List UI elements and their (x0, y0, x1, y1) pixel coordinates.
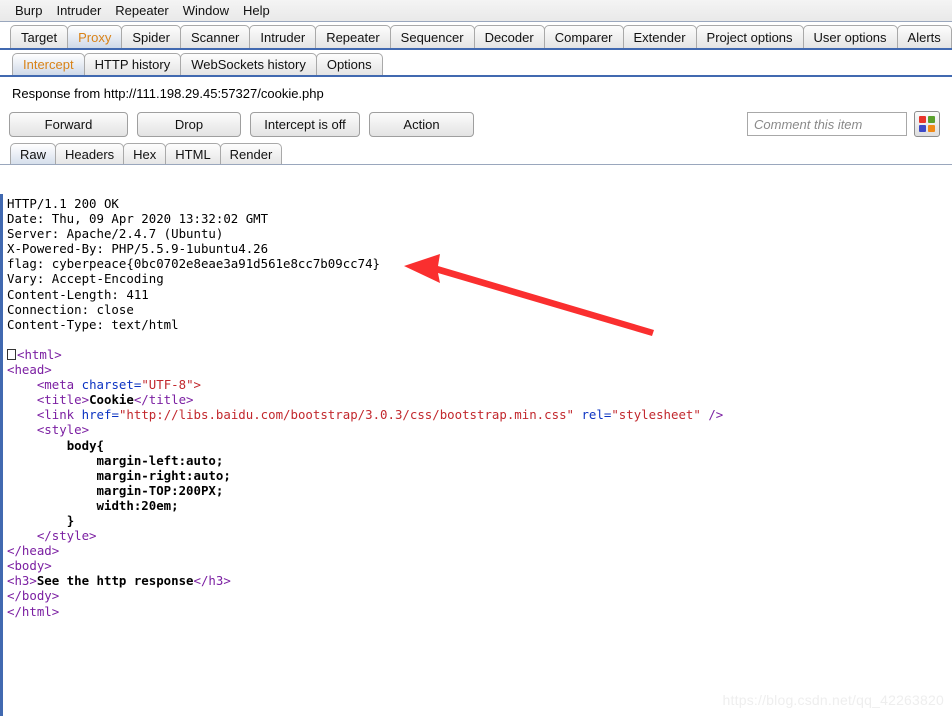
tab-comparer[interactable]: Comparer (543, 25, 624, 48)
intercept-toggle-button[interactable]: Intercept is off (250, 111, 360, 137)
swatch-red (919, 116, 926, 123)
header-line-status: HTTP/1.1 200 OK (7, 196, 119, 211)
body-html-open: <html> (17, 346, 62, 362)
body-meta-value: "UTF-8"> (141, 377, 201, 393)
swatch-green (928, 116, 935, 123)
header-line-date: Date: Thu, 09 Apr 2020 13:32:02 GMT (7, 211, 269, 227)
proxy-sub-tab-bar: Intercept HTTP history WebSockets histor… (0, 50, 952, 77)
body-link-href-attr: href= (81, 407, 119, 423)
tab-scanner[interactable]: Scanner (179, 25, 251, 48)
tab-repeater[interactable]: Repeater (315, 25, 391, 48)
body-link-href-value: "http://libs.baidu.com/bootstrap/3.0.3/c… (118, 407, 574, 423)
body-head-close: </head> (7, 543, 60, 559)
tab-decoder[interactable]: Decoder (473, 25, 545, 48)
body-meta-attr: charset= (81, 377, 142, 393)
viewtab-render[interactable]: Render (219, 143, 283, 164)
body-body-close: </body> (7, 588, 60, 604)
tab-intruder[interactable]: Intruder (249, 25, 317, 48)
css-body-close: } (66, 512, 75, 528)
menu-item-help[interactable]: Help (236, 1, 277, 20)
main-tab-bar: Target Proxy Spider Scanner Intruder Rep… (0, 22, 952, 50)
tab-project-options[interactable]: Project options (695, 25, 804, 48)
drop-button[interactable]: Drop (137, 111, 241, 137)
tab-user-options[interactable]: User options (802, 25, 898, 48)
highlight-color-picker-button[interactable] (914, 111, 940, 137)
viewtab-raw[interactable]: Raw (10, 143, 57, 164)
tab-spider[interactable]: Spider (121, 25, 181, 48)
viewtab-hex[interactable]: Hex (123, 143, 167, 164)
body-h3-open: <h3> (7, 573, 37, 589)
swatch-blue (919, 125, 926, 132)
viewtab-html[interactable]: HTML (165, 143, 221, 164)
body-link-tag: <link (36, 407, 75, 423)
header-line-powered: X-Powered-By: PHP/5.5.9-1ubuntu4.26 (7, 241, 269, 257)
body-link-selfclose: /> (708, 407, 724, 423)
response-message-editor[interactable]: HTTP/1.1 200 OK Date: Thu, 09 Apr 2020 1… (0, 194, 952, 716)
header-line-vary: Vary: Accept-Encoding (7, 271, 164, 287)
response-raw-text[interactable]: HTTP/1.1 200 OK Date: Thu, 09 Apr 2020 1… (3, 194, 952, 619)
header-line-server: Server: Apache/2.4.7 (Ubuntu) (7, 226, 224, 242)
menu-item-burp[interactable]: Burp (8, 1, 49, 20)
header-line-flag: flag: cyberpeace{0bc0702e8eae3a91d561e8c… (7, 256, 380, 272)
tab-extender[interactable]: Extender (622, 25, 697, 48)
body-body-open: <body> (7, 558, 52, 574)
watermark-text: https://blog.csdn.net/qq_42263820 (722, 692, 944, 708)
body-title-close: </title> (133, 392, 194, 408)
menu-item-repeater[interactable]: Repeater (108, 1, 175, 20)
menu-bar: Burp Intruder Repeater Window Help (0, 0, 952, 22)
tab-target[interactable]: Target (10, 25, 69, 48)
tab-alerts[interactable]: Alerts (896, 25, 952, 48)
message-view-tab-bar: Raw Headers Hex HTML Render (0, 141, 952, 165)
body-style-close: </style> (36, 528, 97, 544)
response-source-label: Response from http://111.198.29.45:57327… (12, 86, 324, 101)
bom-placeholder-glyph (7, 348, 16, 360)
swatch-orange (928, 125, 935, 132)
body-h3-close: </h3> (193, 573, 231, 589)
subtab-intercept[interactable]: Intercept (12, 53, 85, 75)
css-body-selector: body{ (66, 437, 104, 453)
subtab-options[interactable]: Options (315, 53, 383, 75)
body-title-text: Cookie (89, 392, 134, 408)
viewtab-headers[interactable]: Headers (55, 143, 125, 164)
css-margin-top: margin-TOP:200PX; (96, 482, 224, 498)
action-button[interactable]: Action (369, 111, 474, 137)
body-meta-tag: <meta (36, 377, 75, 393)
body-link-rel-value: "stylesheet" (611, 407, 701, 423)
body-html-close: </html> (7, 603, 60, 619)
body-title-open: <title> (36, 392, 90, 408)
menu-item-intruder[interactable]: Intruder (49, 1, 108, 20)
tab-sequencer[interactable]: Sequencer (389, 25, 475, 48)
css-width: width:20em; (96, 497, 179, 513)
body-style-open: <style> (36, 422, 90, 438)
body-head-open: <head> (7, 362, 52, 378)
css-margin-left: margin-left:auto; (96, 452, 224, 468)
css-margin-right: margin-right:auto; (96, 467, 231, 483)
header-line-connection: Connection: close (7, 301, 134, 317)
subtab-http-history[interactable]: HTTP history (83, 53, 182, 75)
comment-controls (747, 111, 940, 137)
forward-button[interactable]: Forward (9, 111, 128, 137)
comment-input[interactable] (747, 112, 907, 136)
menu-item-window[interactable]: Window (176, 1, 236, 20)
tab-proxy[interactable]: Proxy (67, 25, 123, 48)
subtab-websockets-history[interactable]: WebSockets history (180, 53, 317, 75)
body-link-rel-attr: rel= (581, 407, 612, 423)
body-h3-text: See the http response (36, 573, 194, 589)
intercept-action-bar: Forward Drop Intercept is off Action (0, 107, 952, 141)
header-line-content-type: Content-Type: text/html (7, 316, 179, 332)
header-line-length: Content-Length: 411 (7, 286, 149, 302)
